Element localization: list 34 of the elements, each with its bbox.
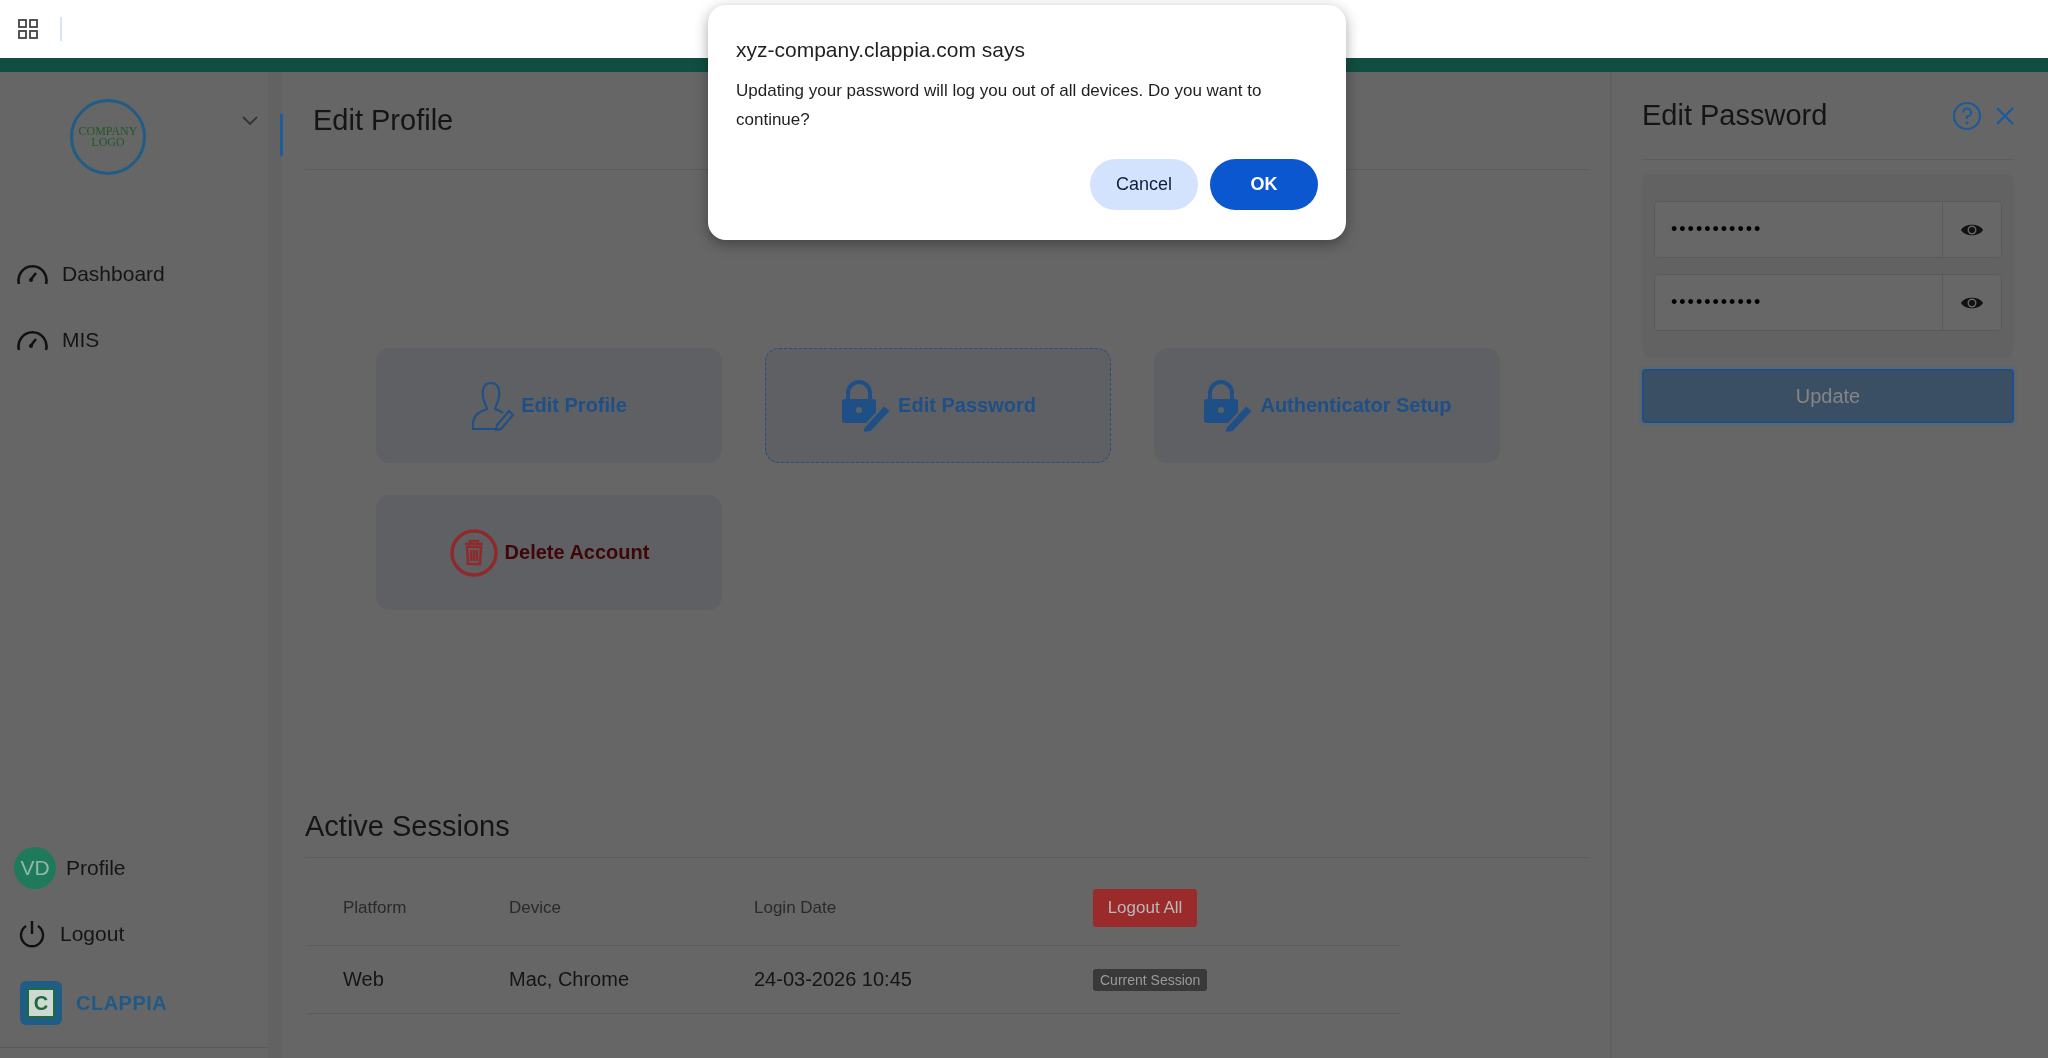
avatar: VD — [14, 847, 56, 889]
nav-item[interactable]: Dashboard — [0, 261, 268, 287]
cancel-button[interactable]: Cancel — [1090, 159, 1198, 210]
column-header: Login Date — [754, 897, 837, 917]
table-cell: Web — [343, 968, 384, 990]
table-cell: 24-03-2026 10:45 — [754, 968, 912, 990]
nav-item[interactable]: MIS — [0, 327, 268, 353]
gauge-icon — [16, 328, 49, 352]
trash-icon — [448, 527, 499, 578]
profile-label: Profile — [66, 856, 126, 880]
section-title: Active Sessions — [305, 810, 1588, 858]
lock-edit-icon — [840, 378, 893, 433]
panel-title: Edit Password — [1642, 99, 1829, 132]
password-field[interactable]: ••••••••••• — [1654, 201, 2002, 258]
gauge-icon — [16, 262, 49, 286]
option-card[interactable]: Delete Account — [376, 495, 722, 610]
dialog-message: Updating your password will log you out of all devices. Do you want to continue? — [736, 80, 1263, 131]
dialog-title: xyz-company.clappia.com says — [736, 38, 1027, 62]
lock-edit-icon — [1202, 378, 1255, 433]
chevron-down-icon[interactable] — [242, 116, 258, 126]
table-cell: Mac, Chrome — [509, 968, 630, 990]
column-header: Platform — [343, 897, 407, 917]
password-field[interactable]: ••••••••••• — [1654, 274, 2002, 331]
logout-link[interactable]: Logout — [0, 919, 268, 949]
logout-all-button[interactable]: Logout All — [1093, 888, 1197, 927]
power-icon — [18, 919, 46, 949]
ok-button[interactable]: OK — [1210, 159, 1318, 210]
apps-grid-icon[interactable] — [18, 19, 38, 39]
session-badge: Current Session — [1093, 968, 1208, 991]
company-logo: COMPANY LOGO — [70, 99, 146, 175]
column-header: Device — [509, 897, 561, 917]
brand-name: CLAPPIA — [76, 991, 168, 1015]
brand-logo: C — [20, 981, 62, 1025]
profile-link[interactable]: VD Profile — [0, 847, 268, 889]
